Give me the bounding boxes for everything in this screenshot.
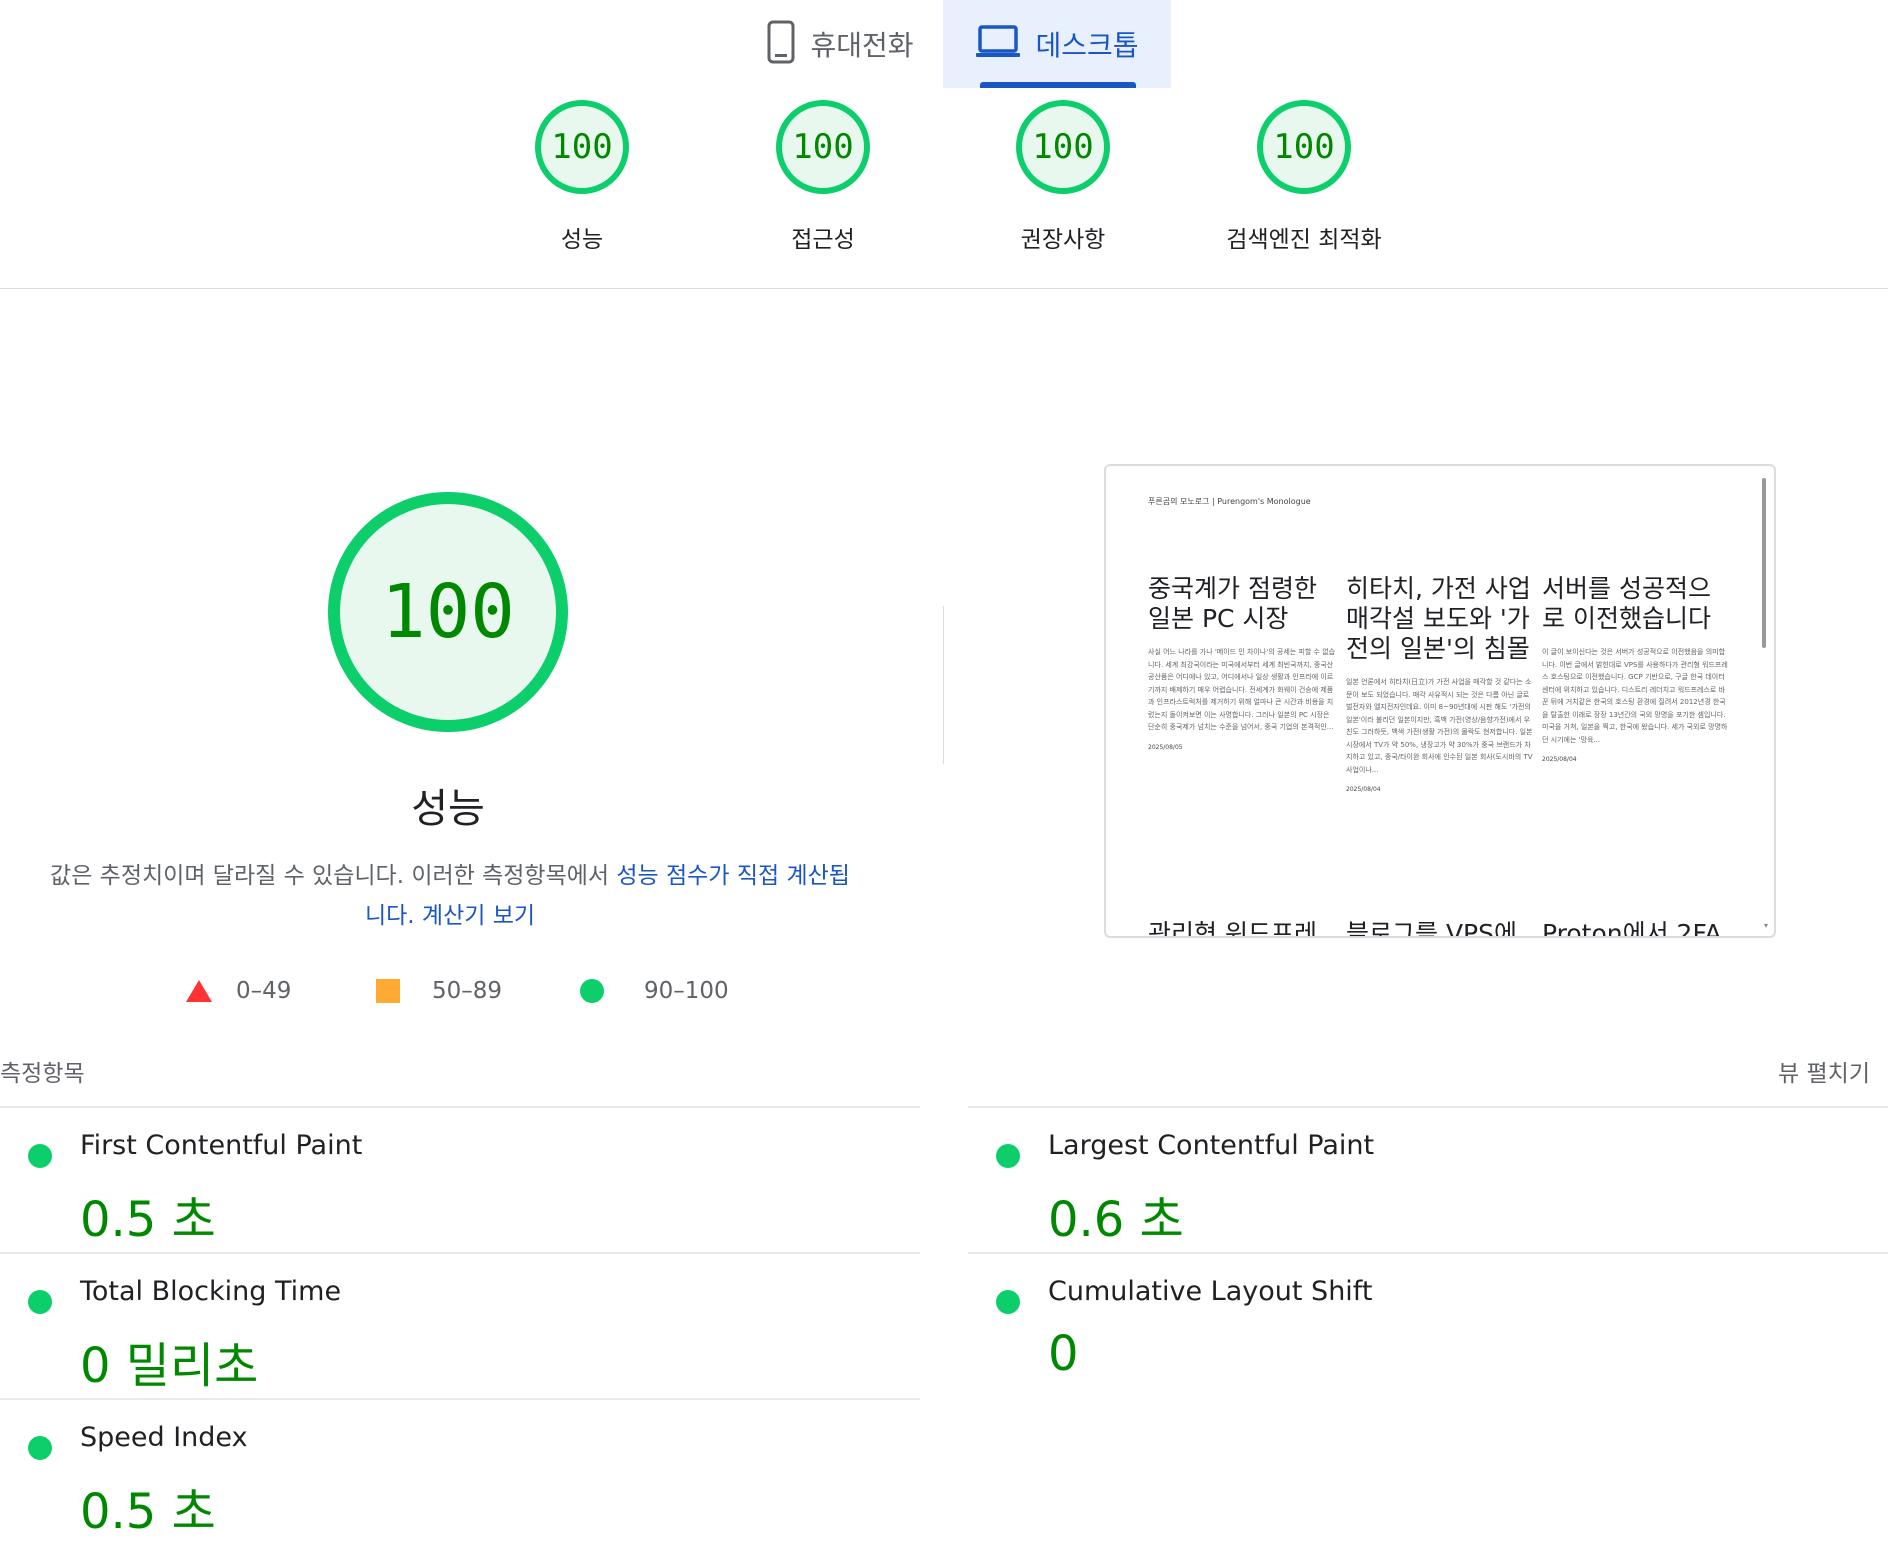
phone-icon bbox=[766, 20, 796, 68]
site-brand: 푸른곰의 모노로그 | Purengom's Monologue bbox=[1148, 497, 1311, 506]
post-card: 중국계가 점령한 일본 PC 시장 사실 어느 나라를 가나 '메이드 인 차이… bbox=[1148, 574, 1336, 751]
legend-average: 50–89 bbox=[376, 978, 502, 1004]
gauge-label-seo[interactable]: 검색엔진 최적화 bbox=[1184, 220, 1424, 254]
post-title: 히타치, 가전 사업 매각설 보도와 '가전의 일본'의 침몰 bbox=[1346, 574, 1531, 663]
calculator-link[interactable]: 계산기 보기 bbox=[422, 903, 535, 929]
good-indicator-icon bbox=[28, 1144, 52, 1168]
performance-score: 100 bbox=[381, 569, 515, 655]
tab-desktop[interactable]: 데스크톱 bbox=[943, 0, 1171, 88]
post-card: 히타치, 가전 사업 매각설 보도와 '가전의 일본'의 침몰 일본 언론에서 … bbox=[1346, 574, 1534, 793]
post-title: 블로그를 VPS에 bbox=[1346, 919, 1517, 938]
metric-name: Total Blocking Time bbox=[80, 1276, 342, 1307]
performance-gauge: 100 bbox=[328, 492, 568, 732]
metric-name: Speed Index bbox=[80, 1422, 248, 1453]
circle-icon bbox=[580, 979, 604, 1003]
post-title: 관리형 워드프레 bbox=[1148, 919, 1317, 938]
expand-view-toggle[interactable]: 뷰 펼치기 bbox=[1778, 1054, 1870, 1088]
divider bbox=[0, 1398, 920, 1400]
performance-title: 성능 bbox=[411, 786, 485, 832]
tab-mobile-label: 휴대전화 bbox=[810, 29, 914, 62]
gauge-best-practices[interactable]: 100 bbox=[1016, 100, 1110, 194]
final-screenshot: 푸른곰의 모노로그 | Purengom's Monologue 중국계가 점령… bbox=[1104, 464, 1776, 938]
post-title: Proton에서 2FA bbox=[1542, 919, 1722, 938]
divider bbox=[968, 1252, 1888, 1254]
post-card: 서버를 성공적으로 이전했습니다 이 글이 보이신다는 것은 서버가 성공적으로… bbox=[1542, 574, 1730, 763]
good-indicator-icon bbox=[28, 1436, 52, 1460]
triangle-icon bbox=[186, 980, 212, 1002]
gauge-performance[interactable]: 100 bbox=[535, 100, 629, 194]
metric-value: 0 밀리초 bbox=[80, 1338, 259, 1394]
chevron-down-icon: ▾ bbox=[1763, 921, 1768, 930]
gauge-score: 100 bbox=[1273, 127, 1335, 167]
gauge-accessibility[interactable]: 100 bbox=[776, 100, 870, 194]
gauge-label-best-practices[interactable]: 권장사항 bbox=[943, 220, 1183, 254]
gauge-label-performance[interactable]: 성능 bbox=[462, 220, 702, 254]
post-title: 중국계가 점령한 일본 PC 시장 bbox=[1148, 574, 1317, 633]
legend-poor: 0–49 bbox=[186, 978, 291, 1004]
divider bbox=[968, 1106, 1888, 1108]
good-indicator-icon bbox=[996, 1290, 1020, 1314]
divider bbox=[0, 1252, 920, 1254]
post-date: 2025/08/04 bbox=[1346, 786, 1381, 793]
performance-description: 값은 추정치이며 달라질 수 있습니다. 이러한 측정항목에서 성능 점수가 직… bbox=[50, 863, 850, 929]
tab-selected-indicator bbox=[980, 82, 1136, 88]
divider bbox=[0, 1106, 920, 1108]
metric-value: 0.5 초 bbox=[80, 1192, 216, 1248]
vertical-divider bbox=[943, 606, 944, 764]
metric-name: First Contentful Paint bbox=[80, 1130, 363, 1161]
gauge-label-accessibility[interactable]: 접근성 bbox=[703, 220, 943, 254]
laptop-icon bbox=[975, 25, 1021, 63]
gauge-seo[interactable]: 100 bbox=[1257, 100, 1351, 194]
metric-name: Largest Contentful Paint bbox=[1048, 1130, 1375, 1161]
metrics-title: 측정항목 bbox=[0, 1061, 85, 1087]
gauge-score: 100 bbox=[792, 127, 854, 167]
post-date: 2025/08/04 bbox=[1542, 756, 1577, 763]
tab-mobile[interactable]: 휴대전화 bbox=[740, 0, 940, 88]
legend-good: 90–100 bbox=[580, 978, 729, 1004]
post-excerpt: 이 글이 보이신다는 것은 서버가 성공적으로 이전했음을 의미합니다. 이번 … bbox=[1542, 648, 1728, 744]
gauge-score: 100 bbox=[551, 127, 613, 167]
metric-value: 0.6 초 bbox=[1048, 1192, 1184, 1248]
header-divider bbox=[0, 288, 1888, 289]
good-indicator-icon bbox=[996, 1144, 1020, 1168]
scrollbar-thumb bbox=[1762, 478, 1766, 648]
post-excerpt: 사실 어느 나라를 가나 '메이드 인 차이나'의 공세는 피할 수 없습니다.… bbox=[1148, 648, 1336, 731]
good-indicator-icon bbox=[28, 1290, 52, 1314]
square-icon bbox=[376, 979, 400, 1003]
post-title: 서버를 성공적으로 이전했습니다 bbox=[1542, 574, 1711, 633]
post-date: 2025/08/05 bbox=[1148, 743, 1183, 751]
gauge-score: 100 bbox=[1032, 127, 1094, 167]
metric-value: 0 bbox=[1048, 1326, 1079, 1382]
tab-desktop-label: 데스크톱 bbox=[1035, 29, 1139, 62]
metric-name: Cumulative Layout Shift bbox=[1048, 1276, 1373, 1307]
post-excerpt: 일본 언론에서 히타치(日立)가 가전 사업을 매각할 것 같다는 소문이 보도… bbox=[1346, 678, 1533, 774]
